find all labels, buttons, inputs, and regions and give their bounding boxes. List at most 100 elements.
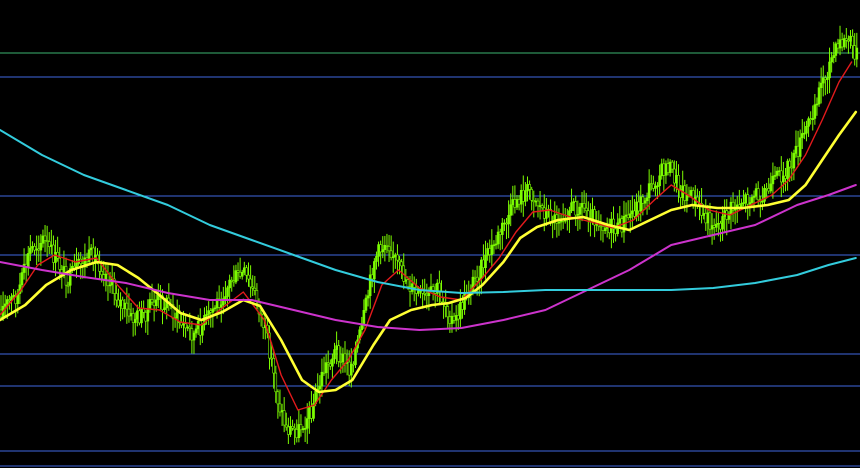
candle-body [675,175,678,184]
candle-body [45,240,49,242]
candle-body [473,276,477,279]
candle-body [278,403,282,413]
candle-body [771,175,775,185]
candle-body [662,163,666,176]
candle-body [677,175,680,191]
candle-body [20,272,24,286]
candle-body [127,308,131,317]
candle-body [750,197,754,203]
candle-body [748,202,752,205]
candle-body [450,315,454,324]
candle-body [297,424,301,439]
candle-body [150,299,154,303]
candle-body [639,196,643,212]
candle-body [545,210,548,219]
candle-body [243,267,246,273]
candle-body [635,201,638,217]
candle-body [842,38,846,48]
candle-body [209,310,213,313]
candle-body [37,248,41,251]
candle-body [136,310,139,320]
candle-body [656,185,659,188]
candle-body [652,183,655,189]
candle-body [198,320,202,336]
candle-body [310,406,313,419]
candle-body [186,326,189,329]
candle-body [406,279,410,287]
candle-body [702,213,705,216]
candle-body [706,212,710,224]
candle-body [855,47,859,60]
candle-body [146,308,150,322]
candle-body [115,293,118,301]
candle-body [446,306,450,318]
candle-body [54,252,57,263]
candle-body [792,153,796,169]
candle-body [582,203,586,209]
candle-body [324,362,328,374]
candle-body [847,39,850,42]
candle-body [777,170,781,173]
candle-body [91,247,95,264]
candle-body [649,183,653,185]
candle-body [234,270,238,283]
candle-body [89,247,93,251]
candle-body [775,170,779,176]
candle-body [335,345,338,350]
candle-body [444,304,447,307]
candle-body [58,257,62,270]
candle-body [538,205,542,207]
candle-body [255,290,259,302]
candle-body [322,371,326,374]
candle-body [721,216,724,230]
chart-container [0,0,860,468]
candlesticks [0,25,859,445]
candle-body [205,314,208,316]
candle-body [400,261,403,267]
candle-body [366,295,370,299]
candle-body [188,326,192,329]
candle-body [624,214,628,217]
candle-body [744,194,747,203]
candle-body [796,145,800,157]
candle-body [475,276,479,282]
candle-body [240,271,244,277]
candle-body [528,184,531,190]
candle-body [39,242,43,251]
candle-body [742,202,745,204]
candle-body [845,38,848,41]
candle-body [786,160,789,179]
candle-body [660,163,664,177]
candle-body [368,274,372,297]
candle-body [284,424,288,428]
candle-body [295,429,299,439]
candle-body [142,308,145,313]
candle-body [362,310,366,326]
candle-body [385,244,389,247]
candle-body [383,244,387,250]
candle-body [213,307,217,310]
candle-body [182,323,185,326]
candle-body [618,218,622,224]
candle-body [238,271,242,277]
candle-body [658,175,661,187]
candle-body [391,256,395,259]
candle-body [557,221,561,224]
candle-body [769,183,773,192]
candle-body [849,35,852,42]
candle-body [788,160,791,168]
candle-body [194,328,198,334]
candle-body [654,185,657,189]
candle-body [790,166,794,169]
candle-body [47,241,51,247]
candle-body [108,284,112,287]
candle-body [131,313,135,323]
candle-body [574,201,578,216]
candle-body [530,189,533,201]
candle-body [394,254,397,257]
candle-body [148,299,152,309]
candle-body [272,358,275,374]
candle-body [509,204,513,216]
candle-body [226,287,229,297]
candle-body [817,87,821,105]
